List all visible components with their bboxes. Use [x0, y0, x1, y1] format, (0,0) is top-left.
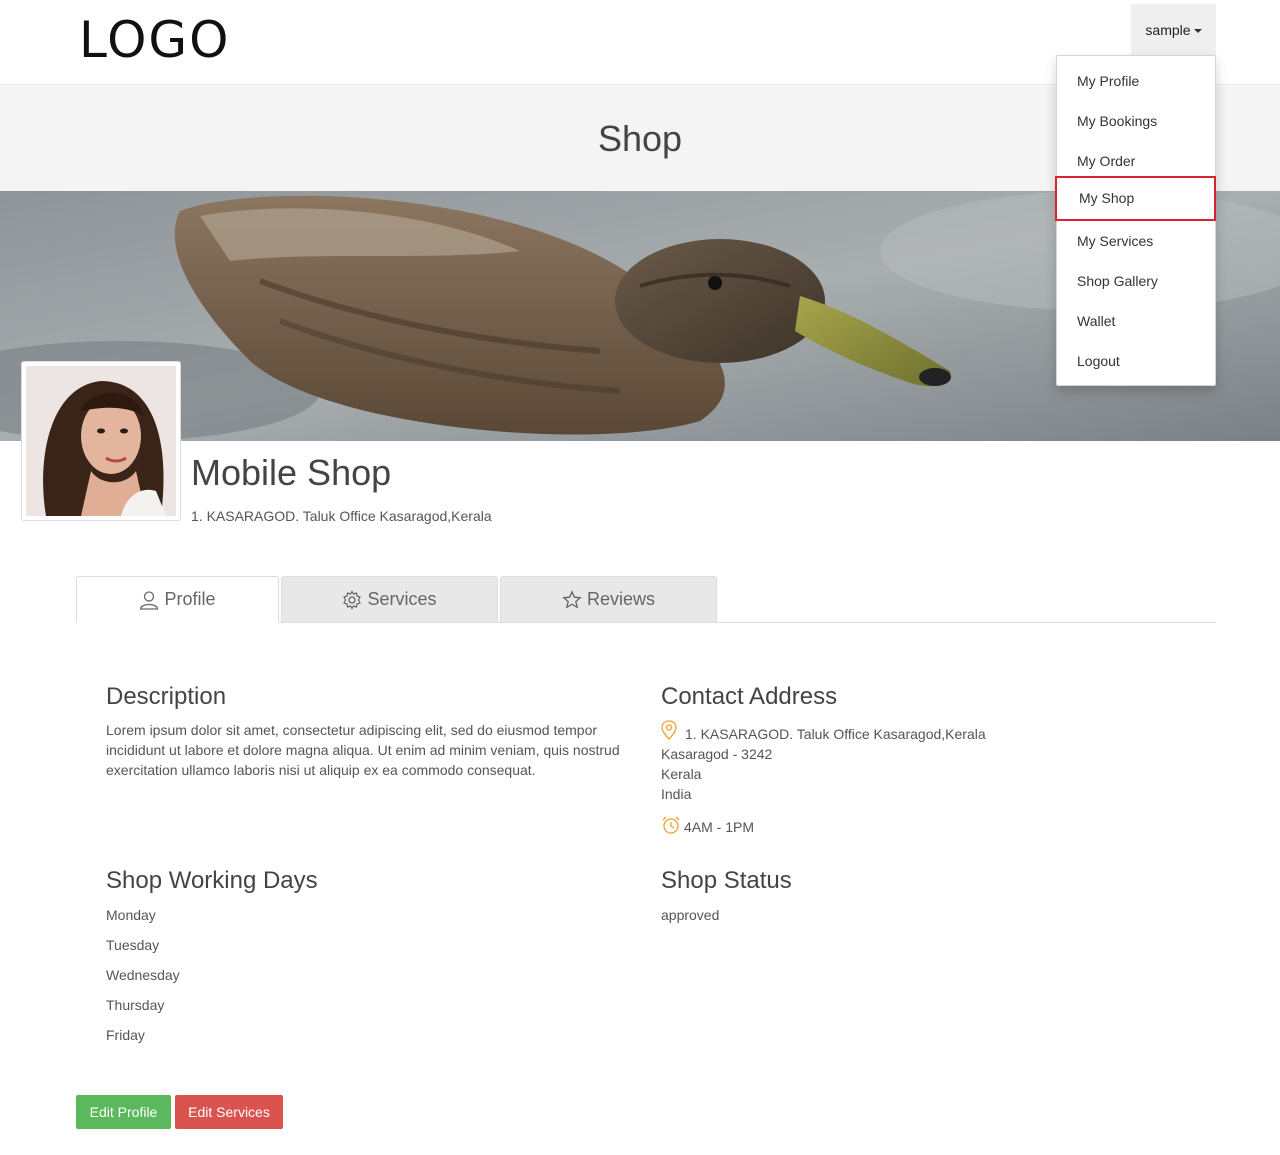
menu-item-my-services[interactable]: My Services	[1057, 221, 1215, 261]
shop-avatar-image	[26, 366, 176, 516]
working-day-item: Tuesday	[106, 937, 160, 953]
working-day-item: Wednesday	[106, 967, 180, 983]
gear-icon	[342, 589, 362, 610]
description-heading: Description	[106, 683, 227, 710]
menu-item-my-profile[interactable]: My Profile	[1057, 61, 1215, 101]
shop-status-value: approved	[661, 907, 720, 923]
contact-address-line2: Kasaragod - 3242	[661, 746, 773, 762]
contact-address-line1: 1. KASARAGOD. Taluk Office Kasaragod,Ker…	[661, 720, 986, 742]
menu-item-logout[interactable]: Logout	[1057, 341, 1215, 381]
user-menu-button[interactable]: sample	[1131, 4, 1216, 55]
working-day-item: Monday	[106, 907, 156, 923]
tab-reviews-label: Reviews	[586, 589, 656, 609]
tab-services[interactable]: Services	[281, 576, 498, 623]
contact-address-line3: Kerala	[661, 766, 702, 782]
menu-item-my-shop[interactable]: My Shop	[1055, 176, 1216, 221]
shop-status-heading: Shop Status	[661, 867, 792, 894]
shop-name: Mobile Shop	[191, 452, 392, 493]
contact-heading: Contact Address	[661, 683, 838, 710]
star-icon	[562, 589, 582, 610]
contact-hours: 4AM - 1PM	[661, 815, 754, 835]
menu-item-my-bookings[interactable]: My Bookings	[1057, 101, 1215, 141]
portrait-illustration	[26, 366, 176, 516]
user-icon	[139, 590, 159, 610]
working-days-heading: Shop Working Days	[106, 867, 318, 894]
tab-services-label: Services	[367, 589, 437, 609]
caret-down-icon	[1193, 28, 1202, 33]
shop-address: 1. KASARAGOD. Taluk Office Kasaragod,Ker…	[191, 508, 492, 524]
tab-profile-label: Profile	[164, 589, 216, 609]
menu-item-wallet[interactable]: Wallet	[1057, 301, 1215, 341]
working-day-item: Friday	[106, 1027, 145, 1043]
contact-hours-text: 4AM - 1PM	[684, 819, 755, 835]
working-day-item: Thursday	[106, 997, 165, 1013]
menu-item-shop-gallery[interactable]: Shop Gallery	[1057, 261, 1215, 301]
contact-address-line4: India	[661, 786, 692, 802]
alarm-clock-icon	[661, 815, 681, 835]
map-pin-icon	[661, 720, 677, 740]
tab-reviews[interactable]: Reviews	[500, 576, 717, 623]
user-dropdown-menu: My Profile My Bookings My Order My Shop …	[1055, 55, 1216, 386]
edit-services-button[interactable]: Edit Services	[175, 1095, 283, 1129]
shop-avatar	[21, 361, 181, 521]
description-text: Lorem ipsum dolor sit amet, consectetur …	[106, 722, 620, 778]
menu-item-my-order[interactable]: My Order	[1057, 141, 1215, 181]
contact-line1-text: 1. KASARAGOD. Taluk Office Kasaragod,Ker…	[685, 726, 986, 742]
site-logo[interactable]: LOGO	[79, 11, 231, 69]
user-menu-label: sample	[1145, 21, 1191, 38]
tab-profile[interactable]: Profile	[76, 576, 279, 623]
edit-profile-button[interactable]: Edit Profile	[76, 1095, 171, 1129]
